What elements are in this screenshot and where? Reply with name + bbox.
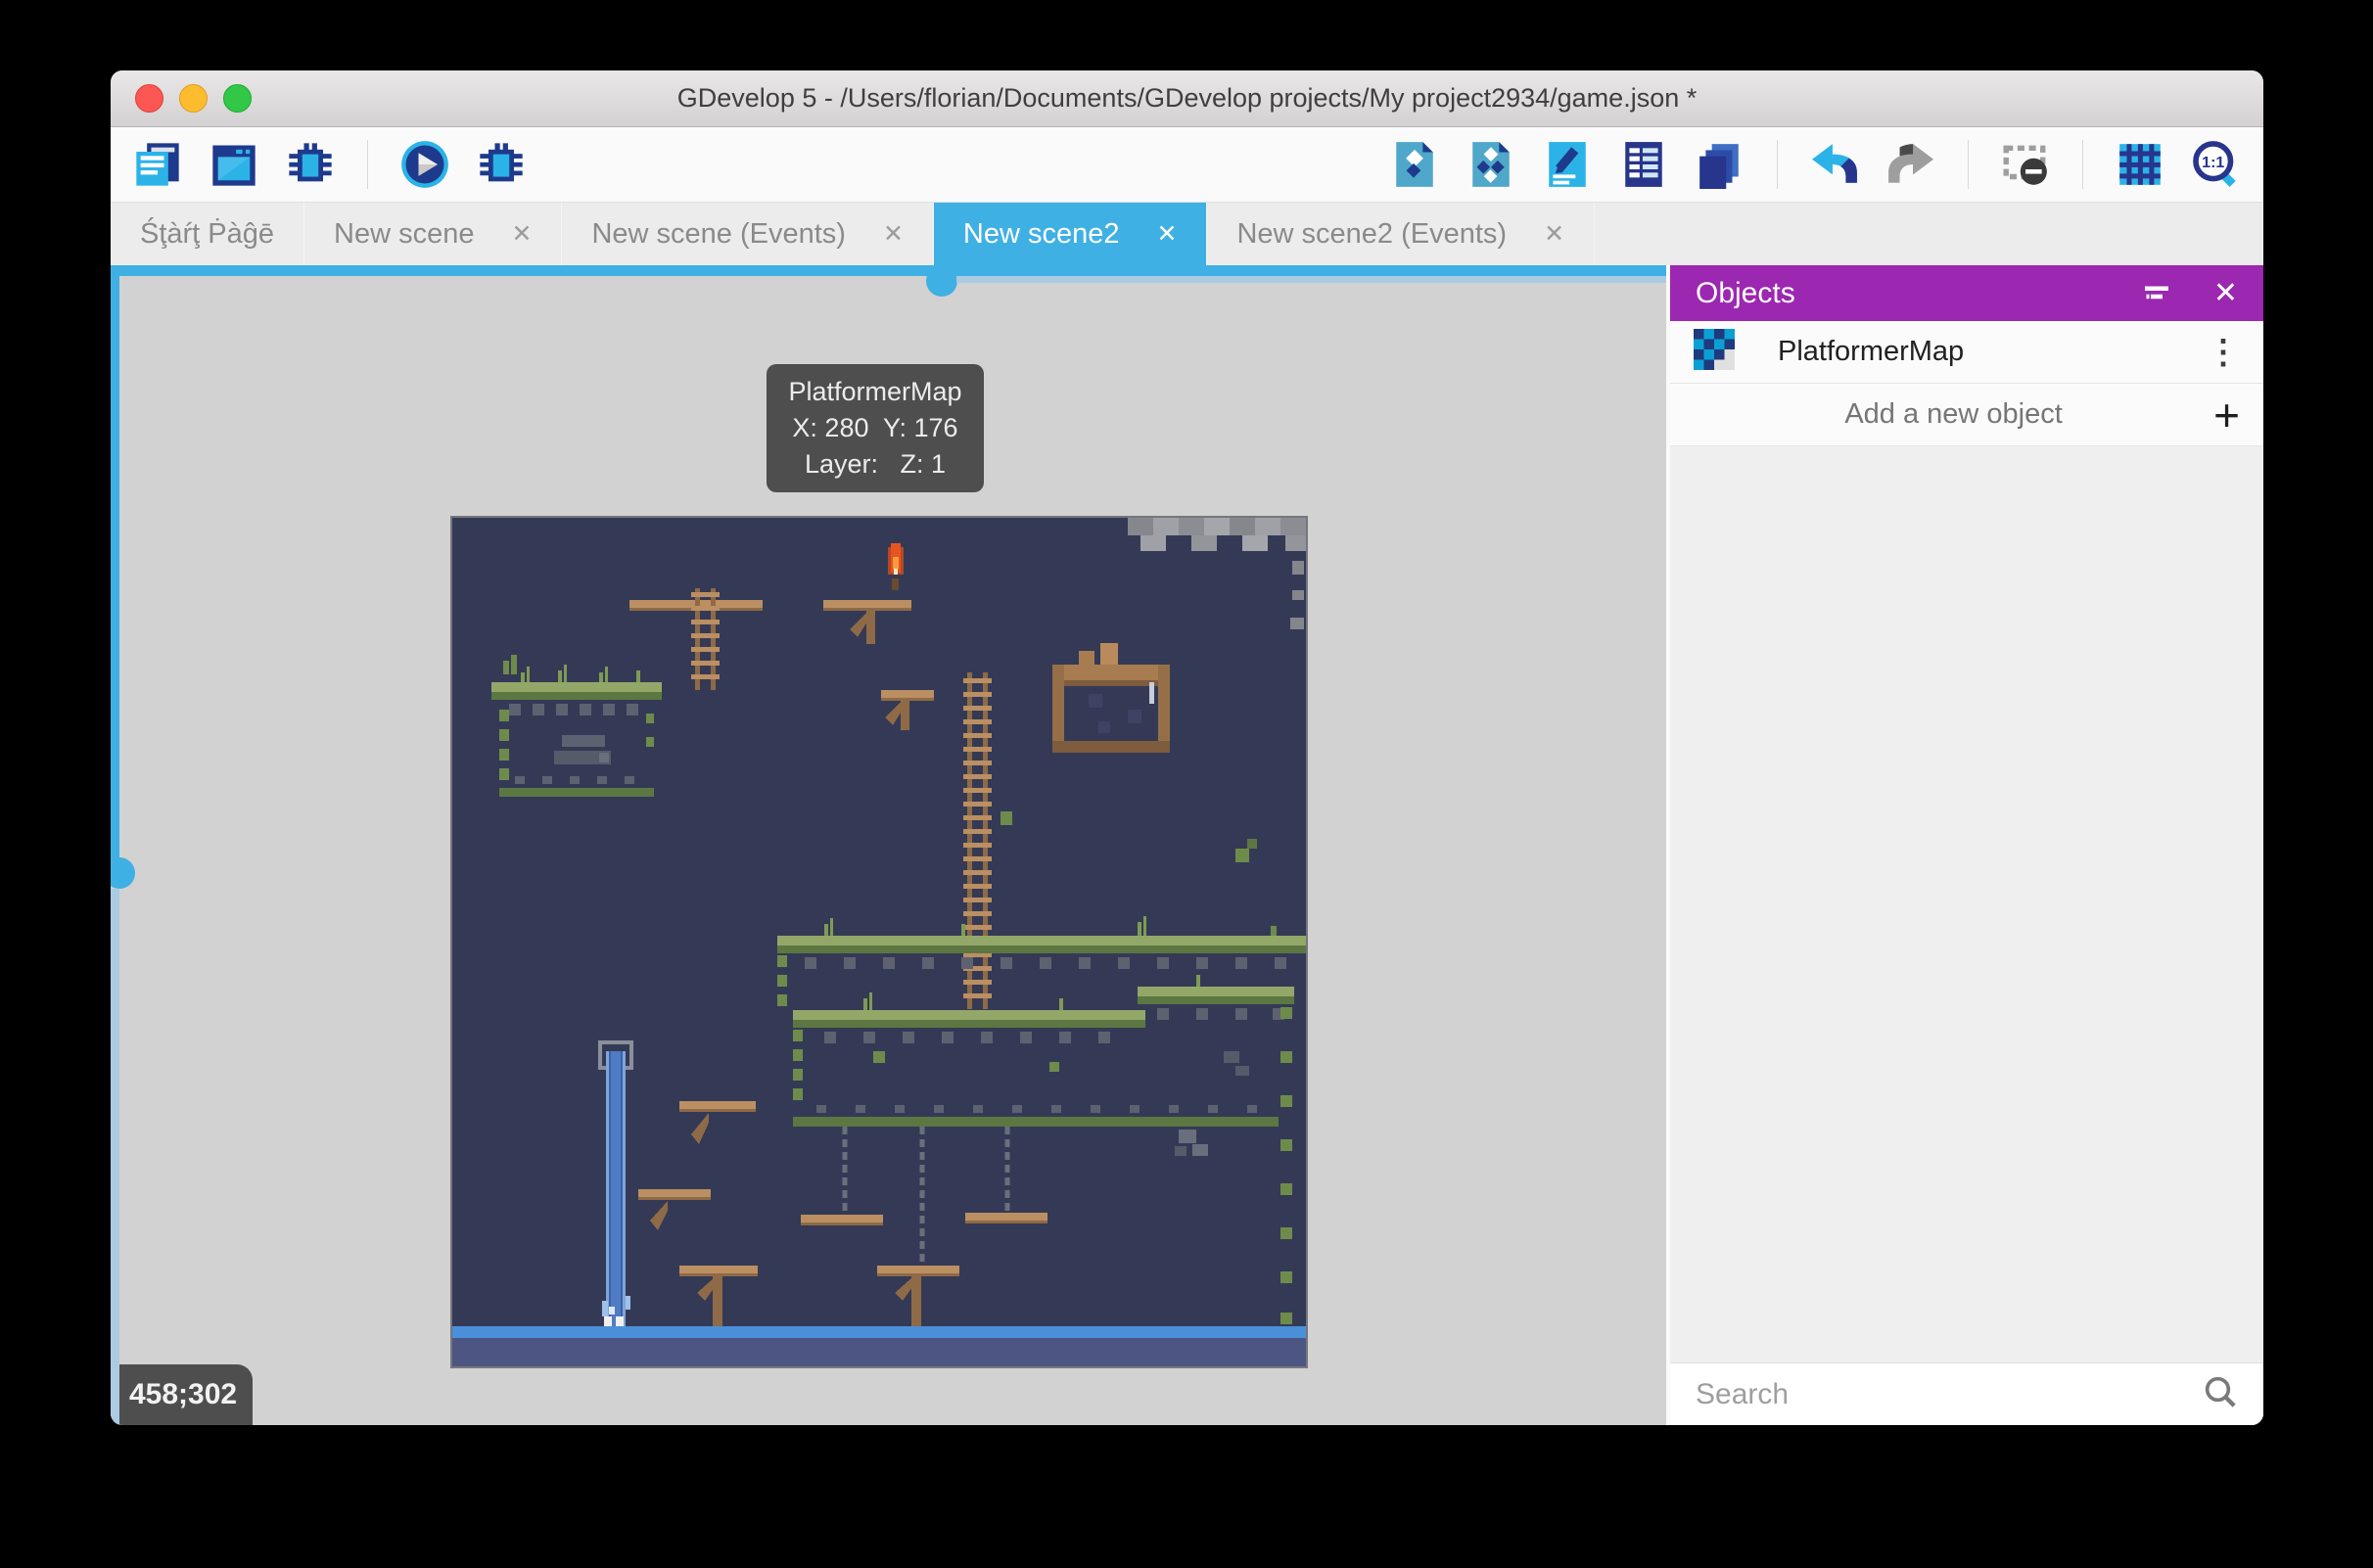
add-object-plus-icon[interactable]: +	[2213, 392, 2240, 438]
tab-label: New scene2	[963, 218, 1120, 251]
tab-label: New scene2 (Events)	[1236, 218, 1507, 251]
close-panel-icon[interactable]: ✕	[2213, 276, 2238, 310]
tab-new-scene2[interactable]: New scene2 ✕	[934, 203, 1208, 265]
window-controls	[135, 70, 252, 126]
toolbar-separator	[367, 140, 368, 189]
scene-properties-icon[interactable]	[1542, 139, 1593, 190]
tab-label: New scene (Events)	[591, 218, 846, 251]
zoom-window-button[interactable]	[223, 84, 252, 113]
tab-close-icon[interactable]: ✕	[883, 219, 904, 249]
scene-map	[452, 518, 1306, 1366]
object-list-item-platformermap[interactable]: PlatformerMap ⋮	[1670, 321, 2263, 384]
window-title: GDevelop 5 - /Users/florian/Documents/GD…	[677, 83, 1697, 114]
main-toolbar: 1:1	[111, 127, 2263, 202]
play-icon[interactable]	[399, 139, 450, 190]
editor-top-border-light	[956, 276, 1666, 283]
water	[452, 1326, 1306, 1366]
layers-icon[interactable]	[1695, 139, 1745, 190]
objects-panel-empty-area	[1670, 446, 2263, 1362]
add-new-object-label: Add a new object	[1694, 398, 2213, 431]
close-window-button[interactable]	[135, 84, 163, 113]
tab-new-scene2-events[interactable]: New scene2 (Events) ✕	[1207, 203, 1595, 265]
scene-editor-canvas[interactable]: PlatformerMap X: 280 Y: 176 Layer: Z: 1 …	[111, 265, 1666, 1425]
tab-close-icon[interactable]: ✕	[1157, 219, 1178, 249]
object-thumbnail	[1694, 329, 1735, 375]
object-name: PlatformerMap	[1778, 336, 1964, 368]
project-manager-icon[interactable]	[132, 139, 183, 190]
instance-tooltip: PlatformerMap X: 280 Y: 176 Layer: Z: 1	[767, 364, 984, 492]
undo-icon[interactable]	[1809, 139, 1860, 190]
tab-close-icon[interactable]: ✕	[512, 219, 533, 249]
toolbar-separator	[1968, 140, 1969, 189]
tooltip-position: X: 280 Y: 176	[792, 413, 957, 443]
add-new-object-row[interactable]: Add a new object +	[1670, 384, 2263, 446]
editor-top-border	[111, 265, 1666, 276]
tab-new-scene-events[interactable]: New scene (Events) ✕	[562, 203, 933, 265]
svg-text:1:1: 1:1	[2202, 154, 2224, 171]
objects-panel-title: Objects	[1696, 277, 1795, 310]
tab-close-icon[interactable]: ✕	[1544, 219, 1564, 249]
grid-icon[interactable]	[2115, 139, 2165, 190]
object-menu-icon[interactable]: ⋮	[2207, 336, 2240, 369]
minimize-window-button[interactable]	[179, 84, 208, 113]
redo-icon[interactable]	[1885, 139, 1936, 190]
toolbar-separator	[2082, 140, 2083, 189]
toolbar-right-group: 1:1	[1389, 139, 2242, 190]
objects-search-bar	[1670, 1362, 2263, 1425]
tooltip-layer: Layer: Z: 1	[805, 449, 946, 480]
objects-panel-header: Objects ✕	[1670, 265, 2263, 321]
tab-label: Śţàŕţ Ṗàĝē	[140, 218, 274, 251]
objects-groups-icon[interactable]	[1466, 139, 1516, 190]
tab-new-scene[interactable]: New scene ✕	[304, 203, 562, 265]
panel-resize-handle[interactable]	[111, 857, 135, 889]
add-object-icon[interactable]	[1389, 139, 1440, 190]
toolbar-separator	[1777, 140, 1778, 189]
cursor-coordinates-badge: 458;302	[119, 1364, 253, 1425]
main-content: PlatformerMap X: 280 Y: 176 Layer: Z: 1 …	[111, 265, 2263, 1425]
editor-tab-bar: Śţàŕţ Ṗàĝē New scene ✕ New scene (Events…	[111, 202, 2263, 265]
toolbar-left-group	[132, 139, 527, 190]
search-input[interactable]	[1694, 1377, 2201, 1412]
gdevelop-window: GDevelop 5 - /Users/florian/Documents/GD…	[111, 70, 2263, 1425]
instances-list-icon[interactable]	[1618, 139, 1669, 190]
platformer-map-instance[interactable]	[452, 518, 1306, 1366]
debugger-profiler-icon[interactable]	[476, 139, 527, 190]
mask-icon[interactable]	[2000, 139, 2051, 190]
title-bar: GDevelop 5 - /Users/florian/Documents/GD…	[111, 70, 2263, 127]
tab-label: New scene	[334, 218, 474, 251]
editor-left-border-light	[111, 889, 119, 1425]
tooltip-object-name: PlatformerMap	[788, 377, 961, 407]
search-icon	[2201, 1372, 2240, 1416]
filter-icon[interactable]	[2139, 273, 2174, 313]
objects-panel: Objects ✕ PlatformerMa	[1670, 265, 2263, 1425]
editor-left-border	[111, 265, 119, 873]
debugger-icon[interactable]	[285, 139, 336, 190]
zoom-one-to-one-icon[interactable]: 1:1	[2191, 139, 2242, 190]
scene-editor-icon[interactable]	[209, 139, 259, 190]
tab-start-page[interactable]: Śţàŕţ Ṗàĝē	[111, 203, 304, 265]
